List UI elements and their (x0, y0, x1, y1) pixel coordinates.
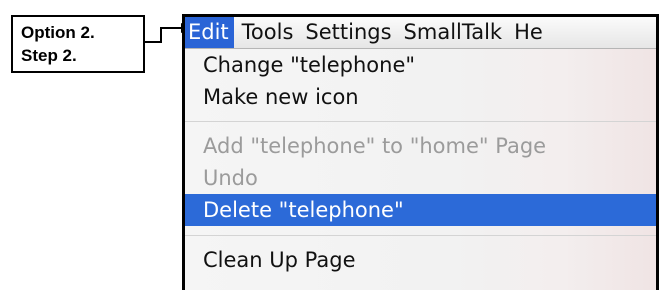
callout-line-2: Step 2. (21, 46, 77, 65)
menubar-item-edit[interactable]: Edit (185, 17, 234, 48)
menubar-item-tools[interactable]: Tools (238, 17, 298, 48)
menu-item-add-to-home-page[interactable]: Add "telephone" to "home" Page (185, 130, 656, 162)
menu-separator (185, 235, 656, 236)
callout-box: Option 2. Step 2. (11, 15, 145, 73)
menubar-item-settings[interactable]: Settings (301, 17, 395, 48)
menubar-item-smalltalk[interactable]: SmallTalk (400, 17, 507, 48)
menu-item-delete-telephone[interactable]: Delete "telephone" (185, 194, 656, 226)
menu-item-undo[interactable]: Undo (185, 162, 656, 194)
callout-line-1: Option 2. (21, 23, 95, 42)
menu-item-change-telephone[interactable]: Change "telephone" (185, 49, 656, 81)
menu-separator (185, 121, 656, 122)
edit-menu: Change "telephone" Make new icon Add "te… (185, 49, 656, 290)
menu-item-make-new-icon[interactable]: Make new icon (185, 81, 656, 113)
menubar-item-help[interactable]: He (510, 17, 547, 48)
app-screenshot: Edit Tools Settings SmallTalk He Change "tel… (182, 14, 659, 290)
menu-item-clean-up-page[interactable]: Clean Up Page (185, 244, 656, 276)
menubar: Edit Tools Settings SmallTalk He (185, 17, 656, 49)
